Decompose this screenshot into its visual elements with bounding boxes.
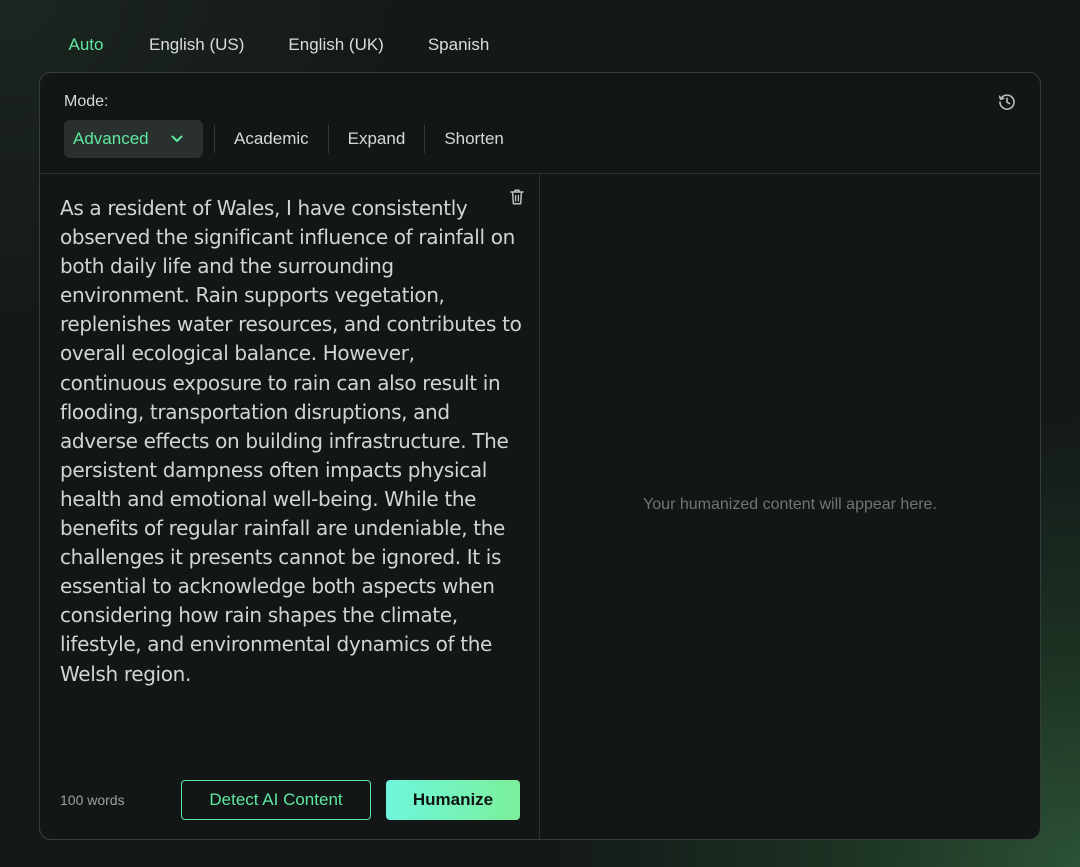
mode-selected-label: Advanced: [73, 129, 149, 148]
tab-english-uk[interactable]: English (UK): [273, 28, 398, 72]
mode-option-shorten[interactable]: Shorten: [425, 129, 523, 149]
tab-auto[interactable]: Auto: [52, 28, 120, 76]
output-placeholder: Your humanized content will appear here.: [643, 496, 937, 513]
trash-icon: [510, 189, 524, 205]
tab-auto-label: Auto: [68, 35, 104, 54]
input-text-area[interactable]: As a resident of Wales, I have consisten…: [60, 194, 522, 689]
output-pane: Your humanized content will appear here.: [540, 174, 1040, 839]
humanize-button[interactable]: Humanize: [386, 780, 520, 820]
history-icon: [998, 94, 1015, 110]
mode-option-academic[interactable]: Academic: [215, 129, 328, 149]
mode-label: Mode:: [64, 93, 109, 110]
history-button[interactable]: [998, 93, 1016, 111]
humanizer-card: Mode: Advanced Academic Expand Shorten A…: [39, 72, 1041, 840]
mode-option-expand[interactable]: Expand: [329, 129, 425, 149]
input-pane: As a resident of Wales, I have consisten…: [40, 174, 540, 839]
mode-dropdown[interactable]: Advanced: [64, 120, 203, 158]
tab-english-us-label: English (US): [149, 35, 245, 54]
tab-spanish-label: Spanish: [427, 35, 490, 54]
tab-english-uk-label: English (UK): [288, 35, 384, 54]
word-count: 100 words: [60, 792, 125, 808]
detect-ai-content-button[interactable]: Detect AI Content: [181, 780, 371, 820]
clear-button[interactable]: [509, 188, 525, 206]
language-tabs: Auto English (US) English (UK) Spanish: [52, 28, 504, 76]
tab-spanish[interactable]: Spanish: [413, 28, 504, 72]
tab-english-us[interactable]: English (US): [134, 28, 259, 72]
chevron-down-icon: [171, 135, 183, 142]
mode-options: Advanced Academic Expand Shorten: [64, 120, 523, 158]
editor-panes: As a resident of Wales, I have consisten…: [40, 174, 1040, 839]
mode-header: Mode: Advanced Academic Expand Shorten: [40, 73, 1040, 174]
